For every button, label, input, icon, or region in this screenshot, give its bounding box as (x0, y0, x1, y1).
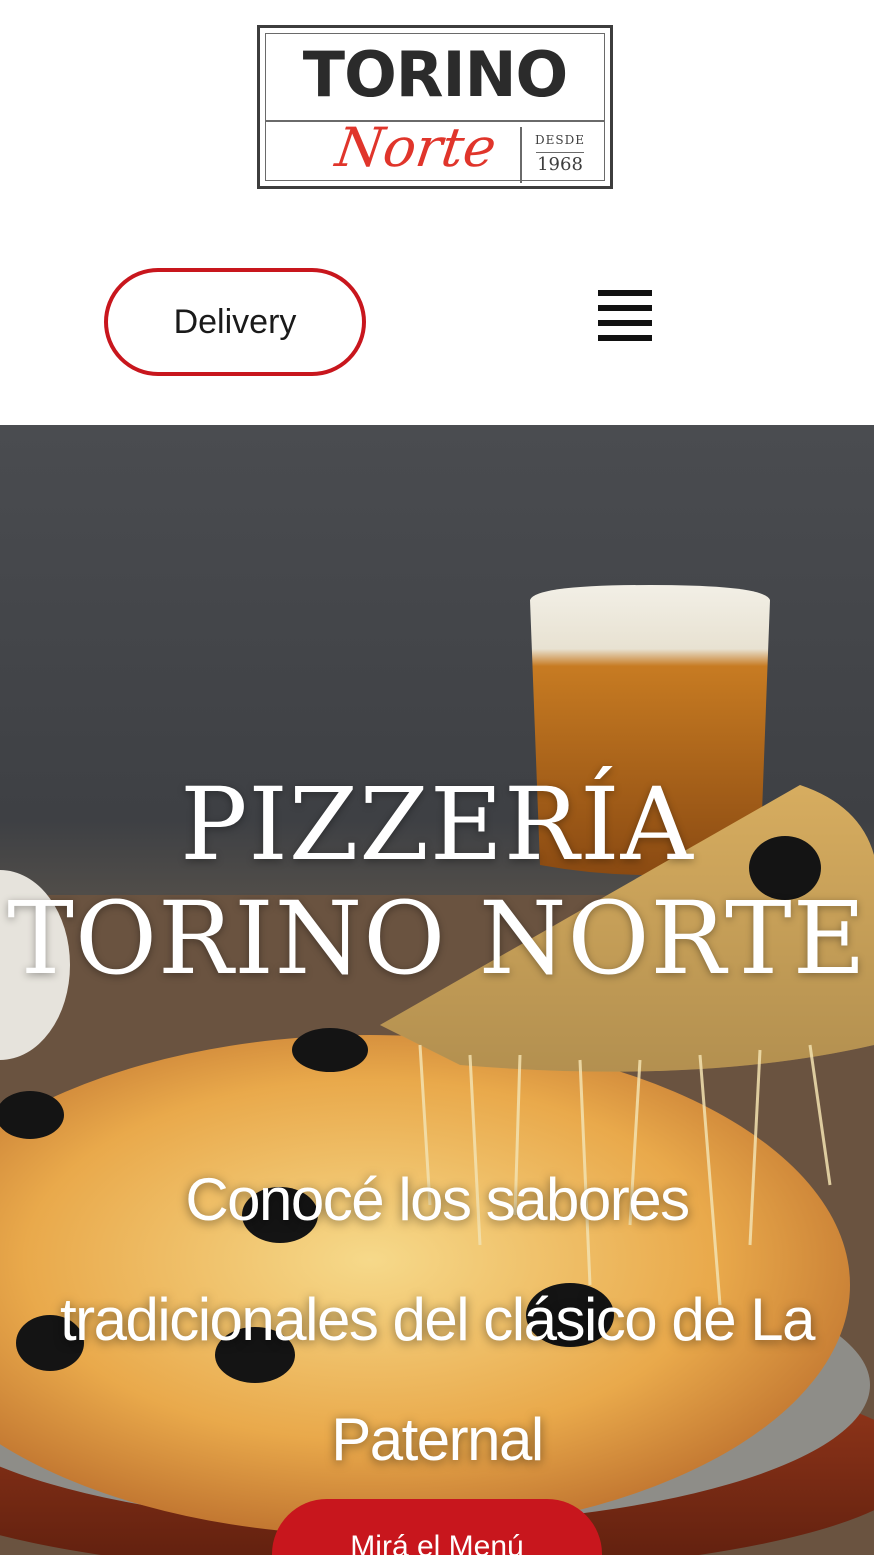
hamburger-menu-icon[interactable] (598, 288, 652, 346)
logo-frame: TORINO Norte DESDE 1968 (265, 33, 605, 183)
view-menu-button-label: Mirá el Menú (350, 1530, 524, 1555)
logo-wordmark: TORINO (302, 38, 568, 111)
delivery-button-label: Delivery (173, 302, 297, 341)
hero-title: PIZZERÍA TORINO NORTE (7, 766, 867, 997)
hero-subtitle: Conocé los sabores tradicionales del clá… (60, 1166, 815, 1473)
menu-bar-top (598, 290, 652, 296)
hero-section: PIZZERÍA TORINO NORTE Conocé los sabores… (0, 425, 874, 1555)
logo-since-divider (536, 152, 584, 153)
logo-since-box: DESDE 1968 (520, 127, 592, 183)
logo-year: 1968 (537, 154, 583, 175)
view-menu-button[interactable]: Mirá el Menú (272, 1499, 602, 1555)
page: TORINO Norte DESDE 1968 Delivery PIZZERÍ… (0, 0, 874, 1555)
logo-since-label: DESDE (535, 133, 585, 147)
menu-bar-lower (598, 320, 652, 326)
menu-bar-upper (598, 305, 652, 311)
delivery-button[interactable]: Delivery (104, 268, 366, 376)
site-header: TORINO Norte DESDE 1968 Delivery (0, 0, 874, 425)
menu-bar-bottom (598, 335, 652, 341)
torino-norte-logo[interactable]: TORINO Norte DESDE 1968 (257, 25, 613, 189)
logo-script-text: Norte (332, 116, 501, 179)
